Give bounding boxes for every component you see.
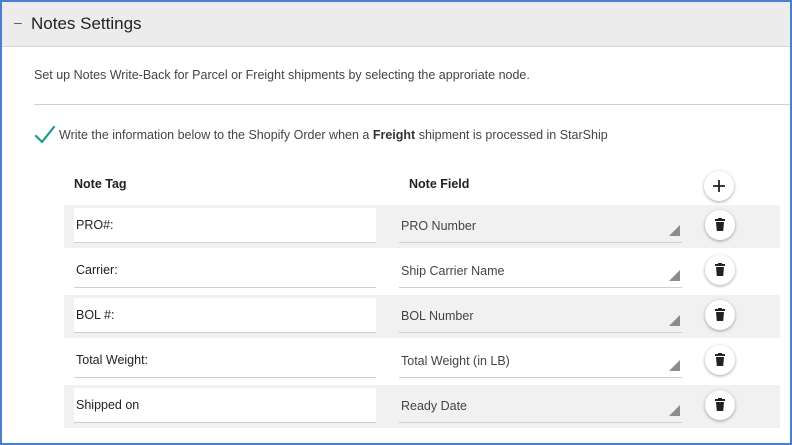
note-field-select[interactable]: BOL Number <box>399 298 682 333</box>
note-field-value: Ready Date <box>401 399 468 413</box>
note-tag-input[interactable]: Carrier: <box>74 253 376 288</box>
checkmark-icon <box>34 125 56 144</box>
trash-icon <box>715 218 725 231</box>
note-tag-value: PRO#: <box>76 218 114 232</box>
note-field-value: PRO Number <box>401 219 477 233</box>
option-text-after: shipment is processed in StarShip <box>418 128 608 142</box>
column-header-note-field: Note Field <box>409 177 470 191</box>
dropdown-corner-icon <box>669 270 680 281</box>
table-row: Total Weight: Total Weight (in LB) <box>64 340 780 383</box>
dropdown-corner-icon <box>669 225 680 236</box>
delete-row-button[interactable] <box>705 255 735 285</box>
note-field-value: BOL Number <box>401 309 474 323</box>
table-row: Carrier: Ship Carrier Name <box>64 250 780 293</box>
note-tag-input[interactable]: BOL #: <box>74 298 376 333</box>
delete-row-button[interactable] <box>705 300 735 330</box>
note-tag-value: BOL #: <box>76 308 115 322</box>
note-tag-input[interactable]: Total Weight: <box>74 343 376 378</box>
note-field-value: Ship Carrier Name <box>401 264 505 278</box>
table-row: BOL #: BOL Number <box>64 295 780 338</box>
trash-icon <box>715 353 725 366</box>
notes-settings-panel: – Notes Settings Set up Notes Write-Back… <box>0 0 792 445</box>
trash-icon <box>715 263 725 276</box>
dropdown-corner-icon <box>669 360 680 371</box>
note-field-select[interactable]: PRO Number <box>399 208 682 243</box>
trash-icon <box>715 308 725 321</box>
table-row: Shipped on Ready Date <box>64 385 780 428</box>
freight-checkbox[interactable] <box>34 124 56 146</box>
plus-icon <box>713 180 725 192</box>
collapse-toggle[interactable]: – <box>14 14 22 30</box>
dropdown-corner-icon <box>669 315 680 326</box>
note-field-select[interactable]: Ship Carrier Name <box>399 253 682 288</box>
note-field-value: Total Weight (in LB) <box>401 354 510 368</box>
delete-row-button[interactable] <box>705 345 735 375</box>
note-tag-value: Total Weight: <box>76 353 149 367</box>
add-row-button[interactable] <box>704 171 734 201</box>
column-header-note-tag: Note Tag <box>74 177 127 191</box>
dropdown-corner-icon <box>669 405 680 416</box>
delete-row-button[interactable] <box>705 390 735 420</box>
divider <box>34 104 790 105</box>
delete-row-button[interactable] <box>705 210 735 240</box>
note-tag-value: Shipped on <box>76 398 140 412</box>
note-tag-input[interactable]: PRO#: <box>74 208 376 243</box>
note-field-select[interactable]: Total Weight (in LB) <box>399 343 682 378</box>
description-text: Set up Notes Write-Back for Parcel or Fr… <box>34 68 530 82</box>
panel-header: – Notes Settings <box>2 2 790 47</box>
option-text-bold: Freight <box>372 128 416 142</box>
freight-option-label: Write the information below to the Shopi… <box>59 128 608 142</box>
table-row: PRO#: PRO Number <box>64 205 780 248</box>
note-tag-value: Carrier: <box>76 263 118 277</box>
trash-icon <box>715 398 725 411</box>
option-text-before: Write the information below to the Shopi… <box>59 128 370 142</box>
note-field-select[interactable]: Ready Date <box>399 388 682 423</box>
panel-title: Notes Settings <box>31 14 142 33</box>
note-tag-input[interactable]: Shipped on <box>74 388 376 423</box>
